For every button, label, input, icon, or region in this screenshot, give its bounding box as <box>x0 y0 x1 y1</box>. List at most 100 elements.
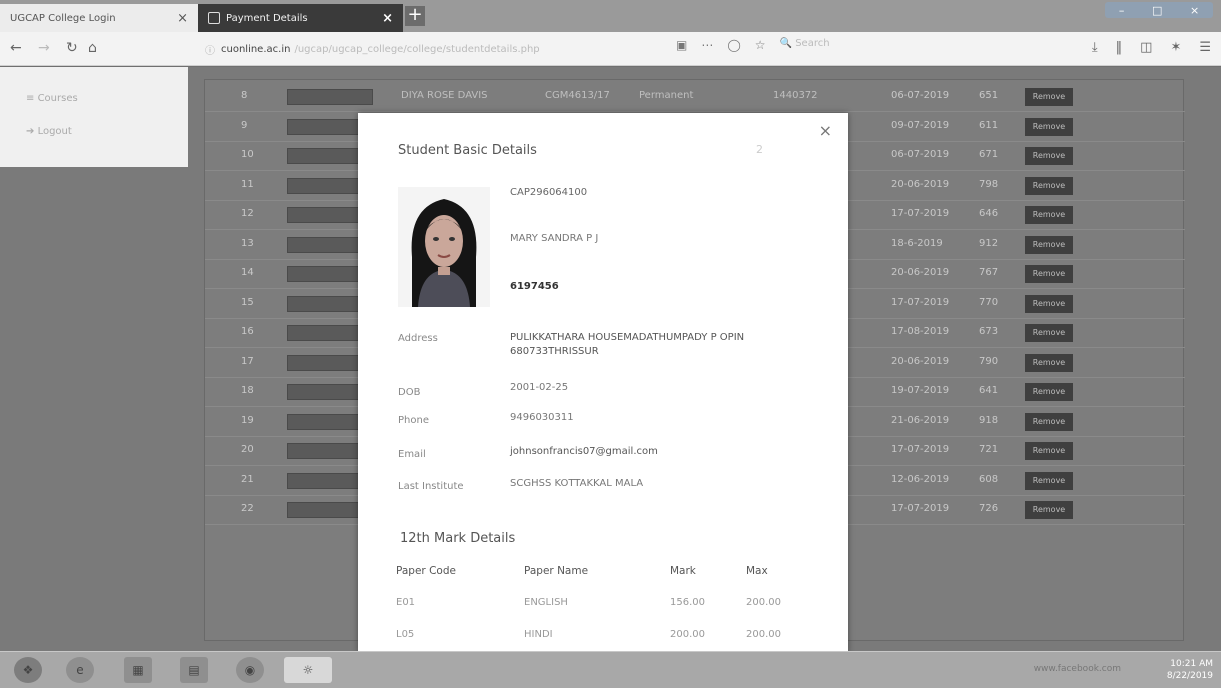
payment-amount: 671 <box>979 149 999 160</box>
row-number: 21 <box>241 473 254 485</box>
menu-icon[interactable]: ☰ <box>1199 40 1211 55</box>
student-photo <box>398 187 490 307</box>
tab-close-button[interactable]: × <box>382 11 393 26</box>
tab-ugcap-login[interactable]: UGCAP College Login × <box>0 4 198 32</box>
max-mark: 200.00 <box>746 597 781 608</box>
page-icon <box>208 12 220 24</box>
home-icon[interactable]: ⌂ <box>88 40 97 56</box>
remove-button[interactable]: Remove <box>1025 471 1073 490</box>
remove-button[interactable]: Remove <box>1025 353 1073 372</box>
list-icon: ≡ <box>26 93 38 104</box>
minimize-button[interactable]: – <box>1119 4 1125 17</box>
payment-amount: 767 <box>979 267 999 278</box>
new-tab-button[interactable]: + <box>405 6 425 26</box>
last-institute-label: Last Institute <box>398 481 464 492</box>
extension-icon[interactable]: ✶ <box>1170 40 1181 55</box>
dob-label: DOB <box>398 387 421 398</box>
payment-id: 1440372 <box>773 90 818 101</box>
sidebar-item-logout[interactable]: ➔ Logout <box>0 126 188 137</box>
row-number: 9 <box>241 119 248 131</box>
folder-icon[interactable]: ▤ <box>180 657 208 683</box>
internet-explorer-icon[interactable]: e <box>66 657 94 683</box>
remove-button[interactable]: Remove <box>1025 412 1073 431</box>
site-info-icon[interactable]: ⓘ <box>205 42 215 57</box>
system-clock[interactable]: 10:21 AM 8/22/2019 <box>1167 658 1213 682</box>
sidebar-item-courses[interactable]: ≡ Courses <box>0 93 188 104</box>
student-name: DIYA ROSE DAVIS <box>401 90 488 101</box>
payment-amount: 608 <box>979 473 999 485</box>
download-icon[interactable]: ⤓ <box>1092 40 1098 55</box>
remove-button[interactable]: Remove <box>1025 235 1073 254</box>
page-actions-icon[interactable]: ⋯ <box>701 38 713 52</box>
row-number: 10 <box>241 149 254 160</box>
paper-code: E01 <box>396 597 416 608</box>
pocket-icon[interactable]: ◯ <box>727 38 740 52</box>
remove-button[interactable]: Remove <box>1025 88 1073 106</box>
tab-payment-details[interactable]: Payment Details × <box>198 4 403 32</box>
payment-date: 20-06-2019 <box>891 178 950 190</box>
table-row: L05 HINDI 200.00 200.00 <box>396 629 796 653</box>
student-details-modal: × Student Basic Details 2 CAP296064100 M… <box>358 113 848 653</box>
close-icon[interactable]: × <box>819 121 832 140</box>
remove-button[interactable]: Remove <box>1025 324 1073 342</box>
row-number: 8 <box>241 90 248 101</box>
application-button[interactable] <box>287 89 373 105</box>
remove-button[interactable]: Remove <box>1025 501 1073 519</box>
table-row: E01 ENGLISH 156.00 200.00 <box>396 597 796 629</box>
row-number: 15 <box>241 296 254 308</box>
paper-name: ENGLISH <box>524 597 568 608</box>
firefox-taskbar-icon[interactable]: ☼ <box>284 657 332 683</box>
column-header: Paper Code <box>396 565 456 577</box>
row-number: 20 <box>241 444 254 455</box>
email-label: Email <box>398 449 426 460</box>
maximize-button[interactable]: □ <box>1152 4 1162 17</box>
search-box[interactable]: 🔍 Search <box>780 38 830 52</box>
marks-section-title: 12th Mark Details <box>400 531 516 546</box>
forward-arrow-icon[interactable]: → <box>38 40 50 56</box>
os-taskbar: ❖ e ▦ ▤ ◉ ☼ www.facebook.com 10:21 AM 8/… <box>0 651 1221 688</box>
payment-amount: 790 <box>979 355 999 367</box>
phone-label: Phone <box>398 415 429 426</box>
application-number: CAP296064100 <box>510 187 588 198</box>
payment-date: 17-08-2019 <box>891 326 950 337</box>
remove-button[interactable]: Remove <box>1025 442 1073 460</box>
payment-date: 06-07-2019 <box>891 90 950 101</box>
url-host: cuonline.ac.in <box>221 43 291 55</box>
search-placeholder: Search <box>795 38 830 49</box>
sidebar-toggle-icon[interactable]: ◫ <box>1140 40 1152 55</box>
url-path: /ugcap/ugcap_college/college/studentdeta… <box>294 43 540 55</box>
payment-date: 17-07-2019 <box>891 503 950 514</box>
reload-icon[interactable]: ↻ <box>66 40 78 56</box>
payment-amount: 798 <box>979 178 999 190</box>
remove-button[interactable]: Remove <box>1025 265 1073 283</box>
reader-view-icon[interactable]: ▣ <box>676 38 687 52</box>
chrome-icon[interactable]: ◉ <box>236 657 264 683</box>
bookmark-star-icon[interactable]: ☆ <box>755 38 766 52</box>
library-icon[interactable]: ‖ <box>1116 40 1123 55</box>
toolbar-right: ⤓ ‖ ◫ ✶ ☰ <box>1092 40 1211 55</box>
tab-close-button[interactable]: × <box>177 11 188 26</box>
sidebar-item-label: Logout <box>37 126 72 137</box>
address-label: Address <box>398 333 438 344</box>
paper-code: L05 <box>396 629 415 640</box>
close-window-button[interactable]: × <box>1190 4 1199 17</box>
payment-date: 21-06-2019 <box>891 414 950 426</box>
payment-amount: 611 <box>979 119 999 131</box>
remove-button[interactable]: Remove <box>1025 117 1073 136</box>
back-arrow-icon[interactable]: ← <box>10 40 22 56</box>
calendar-app-icon[interactable]: ▦ <box>124 657 152 683</box>
remove-button[interactable]: Remove <box>1025 176 1073 195</box>
logout-icon: ➔ <box>26 126 38 137</box>
remove-button[interactable]: Remove <box>1025 206 1073 224</box>
payment-date: 20-06-2019 <box>891 355 950 367</box>
payment-amount: 641 <box>979 385 999 396</box>
payment-date: 20-06-2019 <box>891 267 950 278</box>
start-button-icon[interactable]: ❖ <box>14 657 42 683</box>
student-code: CGM4613/17 <box>545 90 610 101</box>
remove-button[interactable]: Remove <box>1025 383 1073 401</box>
payment-amount: 721 <box>979 444 999 455</box>
remove-button[interactable]: Remove <box>1025 147 1073 165</box>
remove-button[interactable]: Remove <box>1025 294 1073 313</box>
taskbar-site-text: www.facebook.com <box>1033 664 1121 674</box>
payment-date: 17-07-2019 <box>891 296 950 308</box>
